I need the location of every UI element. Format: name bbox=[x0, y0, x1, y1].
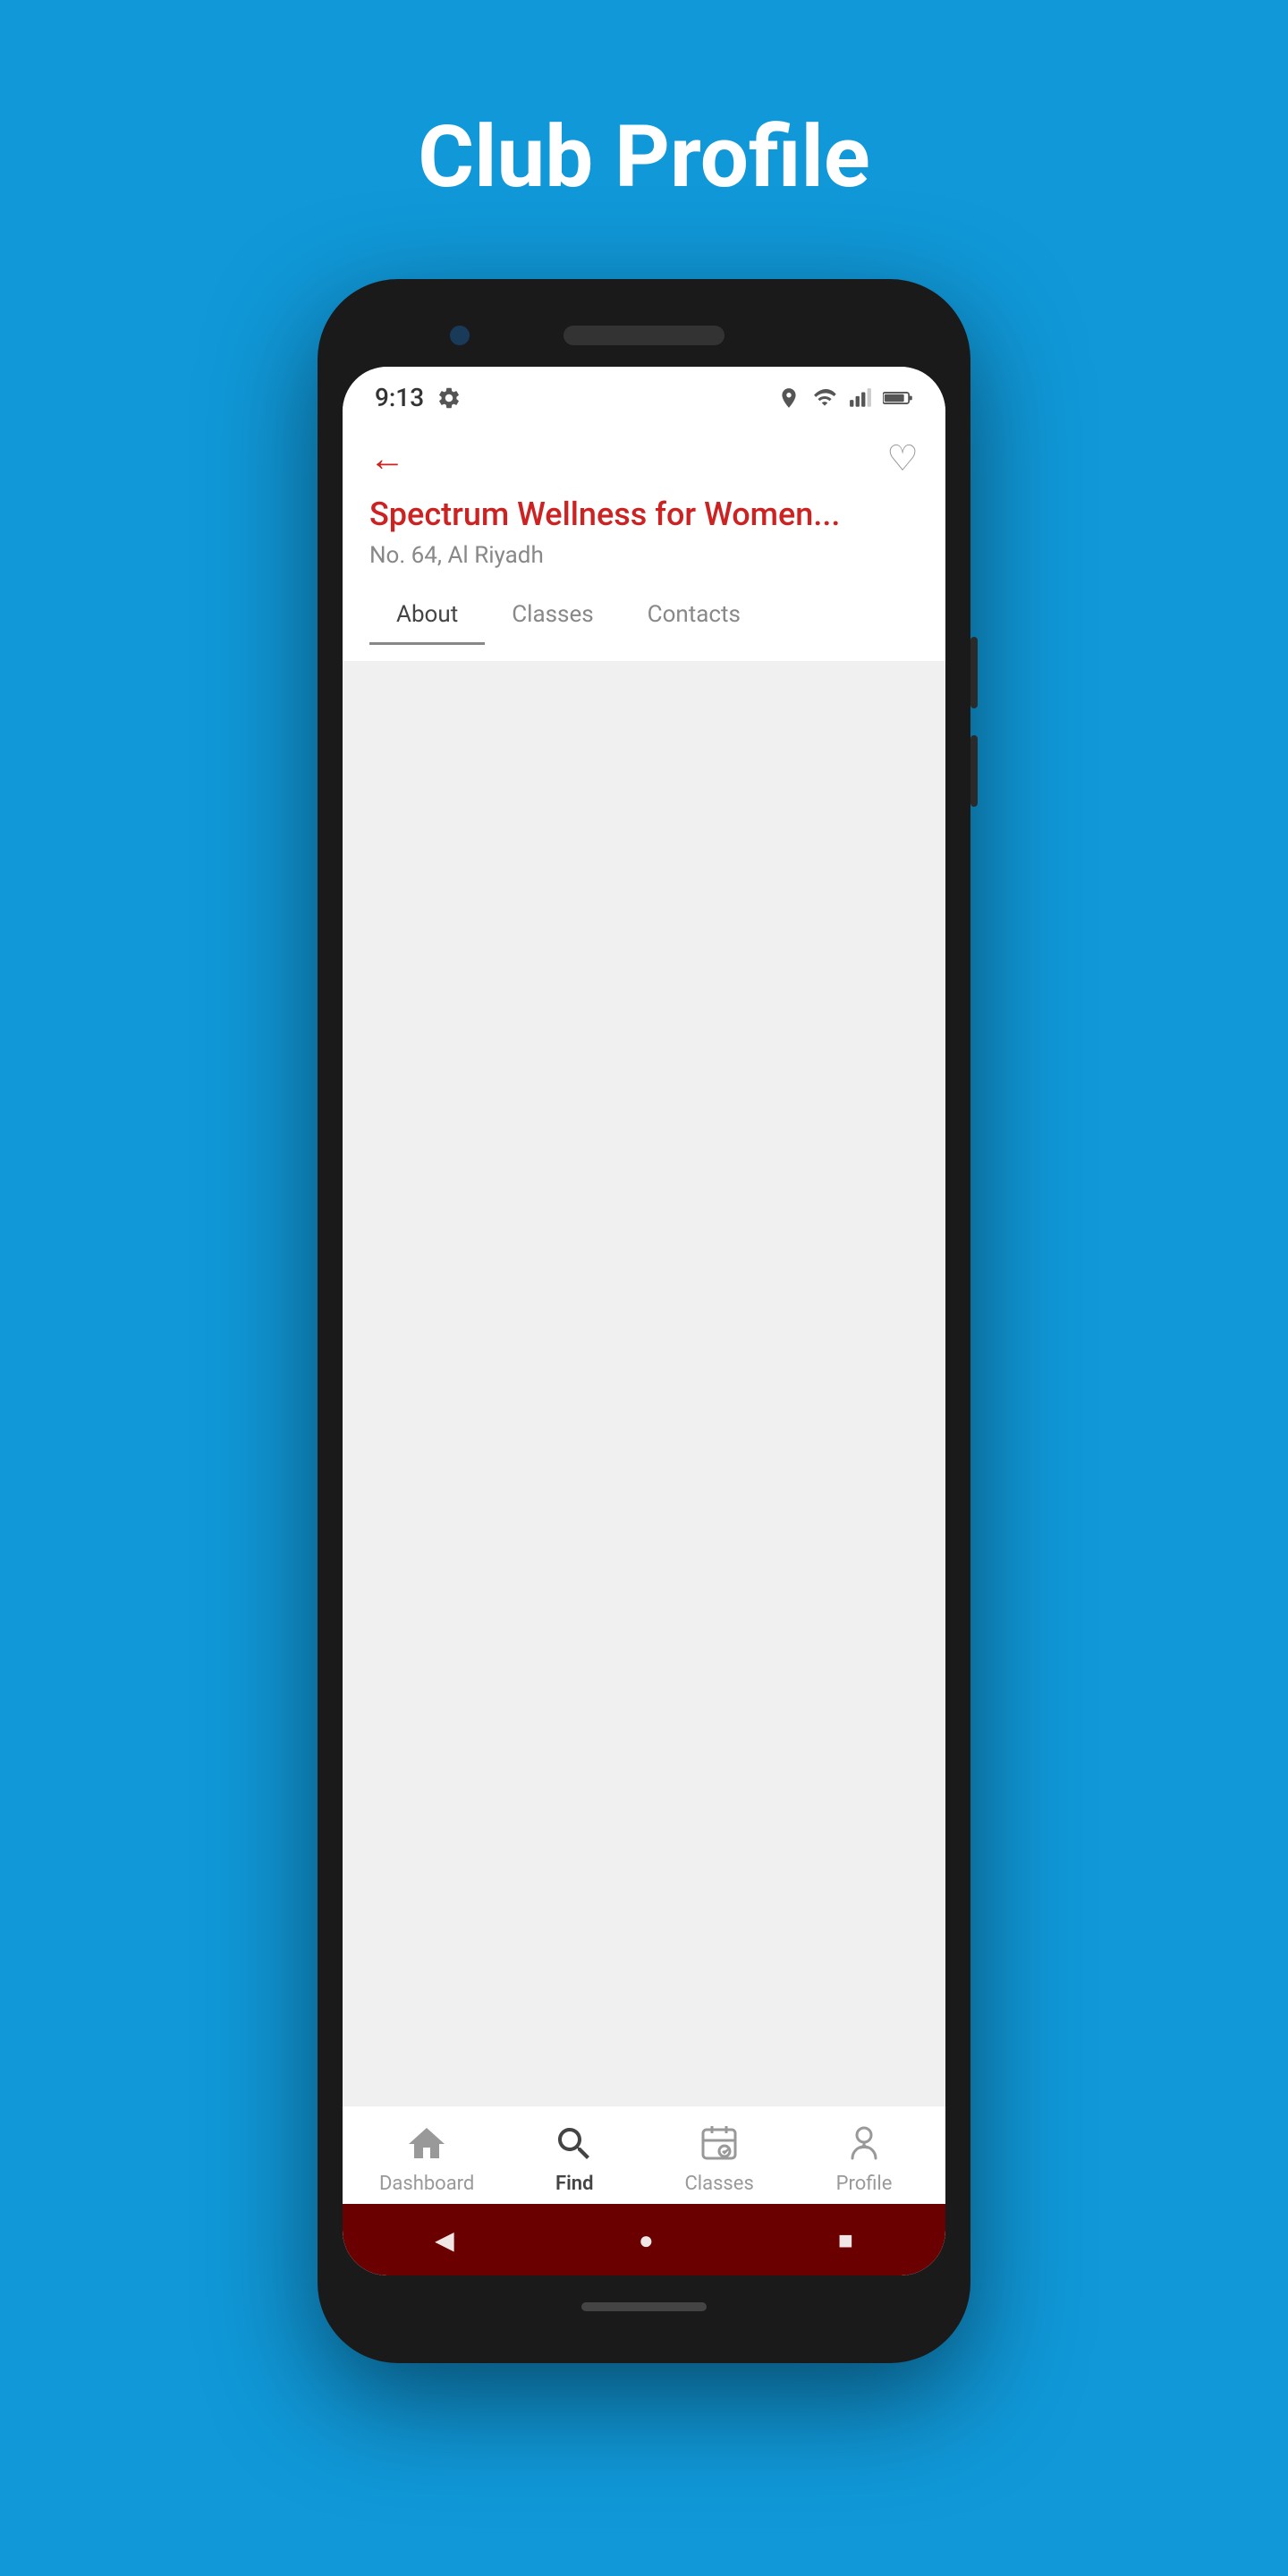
tab-classes[interactable]: Classes bbox=[485, 587, 620, 645]
phone-shell: 9:13 bbox=[318, 279, 970, 2363]
clock: 9:13 bbox=[375, 383, 424, 412]
nav-item-classes[interactable]: Classes bbox=[674, 2123, 764, 2195]
tab-contacts[interactable]: Contacts bbox=[621, 587, 767, 645]
nav-label-profile: Profile bbox=[836, 2173, 893, 2195]
page-title: Club Profile bbox=[418, 107, 869, 208]
front-camera bbox=[450, 326, 470, 345]
settings-icon bbox=[436, 386, 462, 411]
back-button[interactable]: ← bbox=[369, 441, 405, 477]
signal-icon bbox=[849, 386, 872, 410]
header-nav: ← ♡ bbox=[369, 437, 919, 479]
speaker-grille bbox=[564, 326, 724, 345]
profile-icon bbox=[843, 2123, 886, 2165]
android-nav-bar: ◀ ● ■ bbox=[343, 2204, 945, 2275]
wifi-icon bbox=[811, 386, 838, 410]
nav-label-classes: Classes bbox=[684, 2173, 753, 2195]
nav-item-find[interactable]: Find bbox=[530, 2123, 619, 2195]
nav-label-dashboard: Dashboard bbox=[379, 2173, 474, 2195]
search-icon bbox=[553, 2123, 596, 2165]
home-icon bbox=[405, 2123, 448, 2165]
app-header: ← ♡ Spectrum Wellness for Women... No. 6… bbox=[343, 421, 945, 662]
volume-up-button[interactable] bbox=[970, 637, 978, 708]
android-back-button[interactable]: ◀ bbox=[435, 2225, 454, 2255]
nav-label-find: Find bbox=[555, 2173, 594, 2195]
favorite-button[interactable]: ♡ bbox=[886, 437, 919, 479]
android-recent-button[interactable]: ■ bbox=[838, 2225, 853, 2255]
bottom-nav: Dashboard Find Classes bbox=[343, 2106, 945, 2204]
status-time-area: 9:13 bbox=[375, 383, 462, 412]
home-indicator bbox=[581, 2302, 707, 2311]
status-bar: 9:13 bbox=[343, 367, 945, 421]
club-name-text: Spectrum Wellness for Women... bbox=[369, 496, 919, 533]
club-address-text: No. 64, Al Riyadh bbox=[369, 542, 919, 569]
nav-item-profile[interactable]: Profile bbox=[819, 2123, 909, 2195]
nav-item-dashboard[interactable]: Dashboard bbox=[379, 2123, 474, 2195]
location-icon bbox=[777, 386, 801, 410]
content-area bbox=[343, 662, 945, 2106]
tabs-container: About Classes Contacts bbox=[369, 587, 919, 645]
classes-icon bbox=[698, 2123, 741, 2165]
phone-screen: 9:13 bbox=[343, 367, 945, 2275]
android-home-button[interactable]: ● bbox=[639, 2225, 654, 2255]
phone-bottom-bar bbox=[343, 2275, 945, 2338]
volume-down-button[interactable] bbox=[970, 735, 978, 807]
battery-icon bbox=[883, 386, 913, 410]
status-icons-area bbox=[777, 386, 913, 410]
phone-top-bar bbox=[343, 304, 945, 367]
tab-about[interactable]: About bbox=[369, 587, 485, 645]
